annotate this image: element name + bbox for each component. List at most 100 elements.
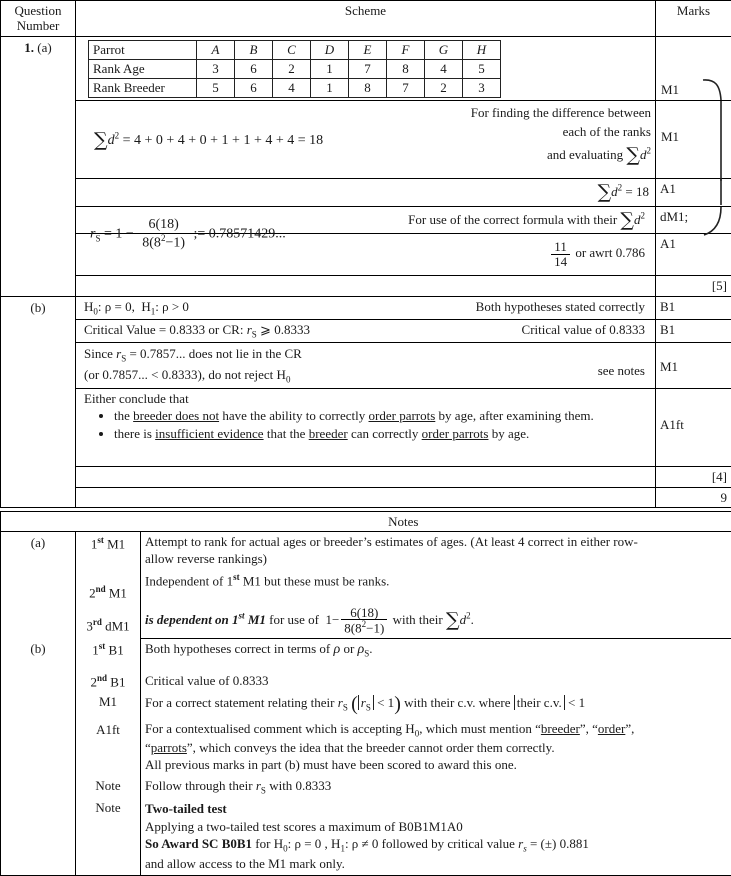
m1-comment-line3: and evaluating ∑d2 [471, 142, 651, 170]
row-critical-value: Critical Value = 0.8333 or CR: rS ⩾ 0.83… [1, 319, 731, 342]
cell-question-1b: (b) [1, 296, 76, 319]
independent-text-b: M1 but these must be ranks. [240, 573, 390, 588]
notes-blank-part-5 [1, 719, 76, 776]
rank-cell: 3 [197, 59, 235, 78]
independent-text-a: Independent of 1 [145, 573, 233, 588]
cell-mark-a1-a: A1 [656, 179, 731, 206]
notes-code-ordinal: nd [97, 673, 107, 683]
bullet-1-seg-2: have the ability to correctly [219, 408, 368, 423]
a1ft-underline-breeder: breeder [541, 721, 580, 736]
mark-label-b1-2: B1 [660, 322, 675, 337]
dm1-bold-italic-a: is dependent on 1 [145, 611, 239, 626]
b1-hypotheses-comment: Both hypotheses stated correctly [476, 299, 651, 314]
sigma-icon: ∑ [446, 608, 460, 630]
rank-cell: G [425, 40, 463, 59]
bullet-2-underline-1: insufficient evidence [155, 426, 263, 441]
notes-code-note-1: Note [76, 776, 141, 798]
bullet-1-seg: the [114, 408, 133, 423]
sum-d2-working: = 4 + 0 + 4 + 0 + 1 + 1 + 4 + 4 = 18 [123, 133, 324, 148]
bullet-2-underline-2: breeder [309, 426, 348, 441]
hypotheses-statement: H0: ρ = 0, H1: ρ > 0 [80, 299, 468, 317]
notes-row-3rd-dm1: 3rd dM1 is dependent on 1st M1 for use o… [1, 603, 731, 639]
bullet-2-seg: there is [114, 426, 155, 441]
cell-mark-a1ft: A1ft [656, 389, 731, 467]
brace-middle-icon [701, 101, 727, 181]
notes-blank-part-4 [1, 691, 76, 719]
rs-den-post: −1) [165, 236, 185, 251]
brace-middle-icon-2 [701, 179, 727, 205]
rank-row-age: Rank Age 3 6 2 1 7 8 4 5 [89, 59, 501, 78]
notes-body-2nd-b1: Critical value of 0.8333 [141, 671, 731, 692]
row-total-a: [5] [1, 276, 731, 296]
a1ft-line3: All previous marks in part (b) must have… [145, 757, 727, 774]
cv-statement: Critical Value = 0.8333 or CR: rS ⩾ 0.83… [80, 322, 514, 340]
mark-label-a1: A1 [660, 181, 676, 196]
bullet-2-seg-3: can correctly [348, 426, 422, 441]
since-lines: Since rS = 0.7857... does not lie in the… [80, 345, 590, 386]
cell-blank-qn-7 [1, 342, 76, 388]
h1-label: H [141, 299, 150, 314]
a1ft-underline-order: order [598, 721, 625, 736]
notes-code-m1: M1 [76, 691, 141, 719]
header-question-number: Question Number [1, 1, 76, 37]
cell-blank-qn-8 [1, 389, 76, 467]
m1-comment-line1: For finding the difference between [471, 104, 651, 123]
m1-comment-line3-text: and evaluating [547, 147, 623, 162]
rank-cell: 2 [425, 79, 463, 98]
bullet-2-underline-3: order parrots [422, 426, 489, 441]
cell-mark-b1-hyp: B1 [656, 296, 731, 319]
mark-label-a1-2: A1 [660, 236, 676, 251]
since-pre: Since [84, 346, 113, 361]
question-part-a-label: (a) [37, 40, 51, 55]
cell-blank-qn-3 [1, 206, 76, 233]
cell-mark-m1-b: M1 [656, 101, 731, 179]
mark-total-part-b: [4] [656, 467, 731, 487]
notes-code-rest: M1 [104, 537, 125, 552]
notes-row-b-1st-b1: (b) 1st B1 Both hypotheses correct in te… [1, 639, 731, 671]
h1-statement: : ρ > 0 [155, 299, 189, 314]
cell-blank-scheme-2 [76, 467, 656, 487]
sum-d2-rowwrap: ∑d2 = 4 + 0 + 4 + 0 + 1 + 1 + 4 + 4 = 18… [80, 103, 651, 169]
b1-cv-comment: Critical value of 0.8333 [522, 322, 651, 337]
rank-row-label: Rank Breeder [89, 79, 197, 98]
m1-pre-text: For a correct statement relating their [145, 695, 335, 710]
rank-cell: 8 [349, 79, 387, 98]
table-header-row: Question Number Scheme Marks [1, 1, 731, 37]
parrot-rank-table: Parrot A B C D E F G H Rank Age 3 [88, 40, 501, 99]
open-paren: ( [351, 693, 358, 715]
dm1-bold-italic-b: M1 [245, 611, 266, 626]
two-tailed-h0: H [274, 836, 283, 851]
notes-row-2nd-m1: 2nd M1 Independent of 1st M1 but these m… [1, 570, 731, 603]
notes-code-ordinal: nd [96, 584, 106, 594]
a1-awrt-text: or awrt 0.786 [575, 245, 645, 260]
mark-grand-total: 9 [656, 487, 731, 507]
cell-sum-d2: ∑d2 = 4 + 0 + 4 + 0 + 1 + 1 + 4 + 4 = 18… [76, 101, 656, 179]
since-post: = 0.7857... does not lie in the CR [129, 346, 301, 361]
m1-mid-text: with their c.v. where [404, 695, 510, 710]
row-conclusion-test: Since rS = 0.7857... does not lie in the… [1, 342, 731, 388]
mark-label-m1: M1 [661, 82, 679, 97]
a1ft-l2-b: ”, which conveys the idea that the breed… [187, 740, 555, 755]
note-ft-pre: Follow through their [145, 778, 253, 793]
cell-since-statement: Since rS = 0.7857... does not lie in the… [76, 342, 656, 388]
rs-fraction: 6(18) 8(82−1) [139, 218, 188, 251]
rho-symbol: ρ [333, 642, 340, 657]
bullet-1-underline-1: breeder does not [133, 408, 219, 423]
a1-comment-text: = 18 [625, 184, 649, 199]
cv-rowwrap: Critical Value = 0.8333 or CR: rS ⩾ 0.83… [80, 322, 651, 340]
notes-body-independent: Independent of 1st M1 but these must be … [141, 570, 731, 603]
b1-end-punct: . [369, 641, 372, 656]
notes-code-2nd-m1: 2nd M1 [76, 570, 141, 603]
notes-blank-part-2 [1, 603, 76, 639]
notes-title: Notes [76, 511, 731, 531]
row-part-b-hypotheses: (b) H0: ρ = 0, H1: ρ > 0 Both hypotheses… [1, 296, 731, 319]
rs-den-pre: 8(8 [142, 236, 161, 251]
notes-part-b-label: (b) [1, 639, 76, 671]
eleven-fourteenths-fraction: 11 14 [551, 240, 570, 268]
notes-body-1st-m1: Attempt to rank for actual ages or breed… [141, 532, 731, 570]
bullet-1-seg-3: by age, after examining them. [435, 408, 593, 423]
two-tailed-line2: Applying a two-tailed test scores a maxi… [145, 818, 727, 836]
conclusion-bullet-list: the breeder does not have the ability to… [80, 408, 651, 442]
sigma-icon: ∑ [94, 129, 108, 151]
notes-code-rest: B1 [105, 642, 123, 657]
